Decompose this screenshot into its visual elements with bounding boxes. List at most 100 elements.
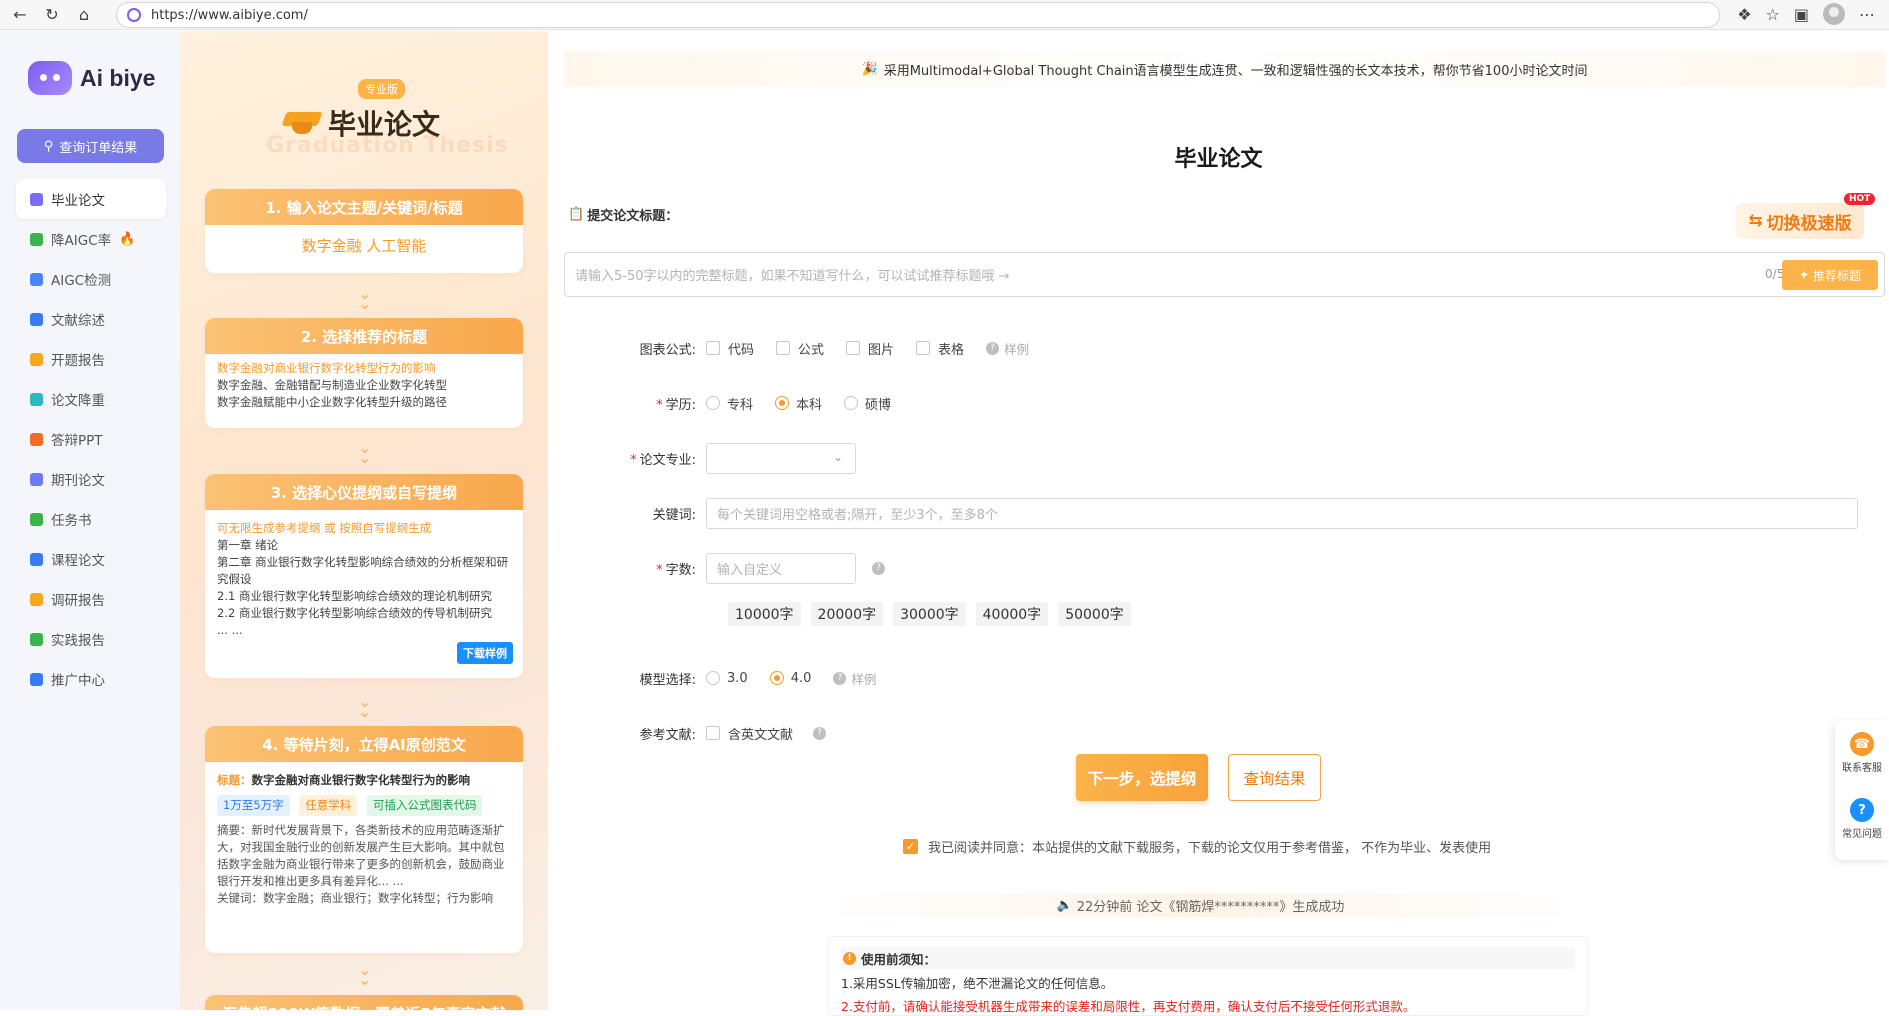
radio[interactable]	[844, 396, 859, 410]
report-icon	[30, 352, 43, 366]
address-bar[interactable]: https://www.aibiye.com/	[116, 2, 1720, 28]
preset-50000[interactable]: 50000字	[1058, 602, 1131, 626]
extension-icon[interactable]: ❖	[1737, 5, 1751, 24]
checkbox[interactable]	[776, 341, 791, 355]
keywords-input[interactable]: 每个关键词用空格或者;隔开，至少3个，至多8个	[706, 497, 1858, 529]
agree-checkbox[interactable]: ✓	[903, 839, 918, 854]
practice-icon	[30, 632, 43, 646]
sidebar-item[interactable]: 任务书	[16, 499, 166, 539]
help-icon[interactable]: ?	[986, 341, 1000, 355]
model-option-4[interactable]: 4.0	[769, 671, 811, 686]
radio[interactable]	[706, 671, 720, 685]
notice-title: 使用前须知：	[861, 951, 937, 967]
checkbox[interactable]	[916, 341, 931, 355]
keywords-label: 关键词:	[652, 507, 696, 523]
chevron-down-icon: ⌄ ⌄	[358, 692, 372, 721]
option-label: 表格	[938, 342, 965, 358]
chevron-down-icon: ⌄ ⌄	[358, 438, 372, 467]
sidebar-item-label: 期刊论文	[51, 473, 105, 489]
sidebar-item[interactable]: 实践报告	[16, 619, 166, 659]
sidebar-item-label: AIGC检测	[51, 273, 112, 289]
step2-line: 数字金融对商业银行数字化转型行为的影响	[217, 361, 436, 375]
sidebar-item-label: 降AIGC率	[51, 233, 112, 249]
refs-row: 参考文献: 含英文文献 ?	[548, 718, 831, 748]
model-row: 模型选择: 3.0 4.0 ? 样例	[548, 663, 877, 693]
option-table[interactable]: 表格	[916, 339, 964, 358]
chip-formula: 可插入公式图表代码	[366, 795, 483, 816]
contact-service-button[interactable]: ☎ 联系客服	[1835, 720, 1889, 786]
home-icon[interactable]: ⌂	[72, 3, 96, 27]
preset-20000[interactable]: 20000字	[810, 602, 884, 626]
reload-icon[interactable]: ↻	[40, 3, 64, 27]
sidebar-item[interactable]: 答辩PPT	[16, 419, 166, 459]
robot-logo-icon	[28, 61, 72, 95]
option-label: 代码	[728, 342, 755, 358]
hot-badge: HOT	[1844, 193, 1876, 205]
help-icon[interactable]: ?	[872, 561, 885, 575]
option-image[interactable]: 图片	[846, 339, 894, 358]
degree-label-text: 学历:	[665, 397, 696, 413]
profile-avatar[interactable]	[1823, 3, 1845, 25]
degree-option-shuobo[interactable]: 硕博	[844, 394, 891, 413]
preset-30000[interactable]: 30000字	[893, 602, 966, 626]
more-icon[interactable]: ⋯	[1859, 5, 1875, 24]
sidebar-item[interactable]: 文献综述	[16, 299, 166, 339]
sidebar-item-label: 毕业论文	[51, 193, 105, 209]
major-select[interactable]: ⌄	[706, 442, 856, 474]
option-label: 公式	[798, 342, 825, 358]
degree-label: * 学历:	[656, 397, 696, 413]
model-option-3[interactable]: 3.0	[706, 671, 748, 686]
ppt-icon	[30, 432, 43, 446]
sidebar-item[interactable]: 开题报告	[16, 339, 166, 379]
degree-option-benke[interactable]: 本科	[775, 394, 822, 413]
sidebar-item[interactable]: AIGC检测	[16, 259, 166, 299]
sidebar-item[interactable]: 期刊论文	[16, 459, 166, 499]
sample-link[interactable]: 样例	[851, 669, 876, 688]
sidebar-item[interactable]: 毕业论文	[16, 179, 166, 219]
radio-selected[interactable]	[769, 671, 784, 685]
logo[interactable]: Ai biye	[28, 61, 155, 95]
chevron-down-icon: ⌄	[832, 449, 843, 464]
sidebar-item[interactable]: 调研报告	[16, 579, 166, 619]
title-input[interactable]: 请输入5-50字以内的完整标题，如果不知道写什么，可以试试推荐标题哦 → 0/5…	[564, 252, 1885, 297]
degree-option-zhuanke[interactable]: 专科	[706, 394, 753, 413]
collections-icon[interactable]: ▣	[1794, 5, 1809, 24]
usage-notice: ! 使用前须知： 1.采用SSL传输加密，绝不泄漏论文的任何信息。 2.支付前，请…	[828, 936, 1588, 1016]
back-icon[interactable]: ←	[8, 3, 32, 27]
favorites-icon[interactable]: ☆	[1766, 5, 1780, 24]
generation-ticker: 🔈 22分钟前 论文《钢筋焊**********》生成成功	[828, 893, 1573, 917]
sidebar-item[interactable]: 推广中心	[16, 659, 166, 699]
checkbox[interactable]	[846, 341, 861, 355]
option-formula[interactable]: 公式	[776, 339, 824, 358]
sidebar-item[interactable]: 降AIGC率 🔥	[16, 219, 166, 259]
help-icon[interactable]: ?	[833, 671, 847, 685]
checkbox[interactable]	[706, 341, 720, 355]
model-label: 模型选择:	[639, 672, 696, 688]
step4-abstract: 摘要：新时代发展背景下，各类新技术的应用范畴逐渐扩大，对我国金融行业的创新发展产…	[217, 823, 505, 888]
query-result-button[interactable]: 查询结果	[1228, 754, 1321, 801]
sample-link[interactable]: 样例	[1004, 339, 1029, 358]
option-english-refs[interactable]: 含英文文献	[706, 724, 793, 743]
checkbox[interactable]	[706, 726, 720, 740]
major-label-text: 论文专业:	[639, 452, 696, 468]
book-icon	[30, 312, 43, 326]
cap-icon	[30, 192, 43, 206]
faq-button[interactable]: ? 常见问题	[1835, 786, 1889, 852]
next-outline-button[interactable]: 下一步，选提纲	[1076, 754, 1208, 801]
sidebar-item[interactable]: 课程论文	[16, 539, 166, 579]
help-icon[interactable]: ?	[813, 726, 827, 740]
switch-fast-button[interactable]: ⇆ 切换极速版	[1736, 203, 1864, 239]
recommend-title-button[interactable]: ✦ 推荐标题	[1782, 260, 1878, 290]
radio-selected[interactable]	[775, 396, 790, 410]
task-icon	[30, 512, 43, 526]
radio[interactable]	[706, 396, 720, 410]
preset-10000[interactable]: 10000字	[728, 602, 801, 626]
words-input[interactable]: 输入自定义	[706, 552, 856, 584]
query-order-button[interactable]: ⚲ 查询订单结果	[17, 129, 164, 163]
preset-40000[interactable]: 40000字	[975, 602, 1049, 626]
survey-icon	[30, 592, 43, 606]
option-code[interactable]: 代码	[706, 339, 754, 358]
download-sample-button[interactable]: 下载样例	[457, 642, 513, 664]
sidebar-item[interactable]: 论文降重	[16, 379, 166, 419]
send-icon	[30, 672, 43, 686]
